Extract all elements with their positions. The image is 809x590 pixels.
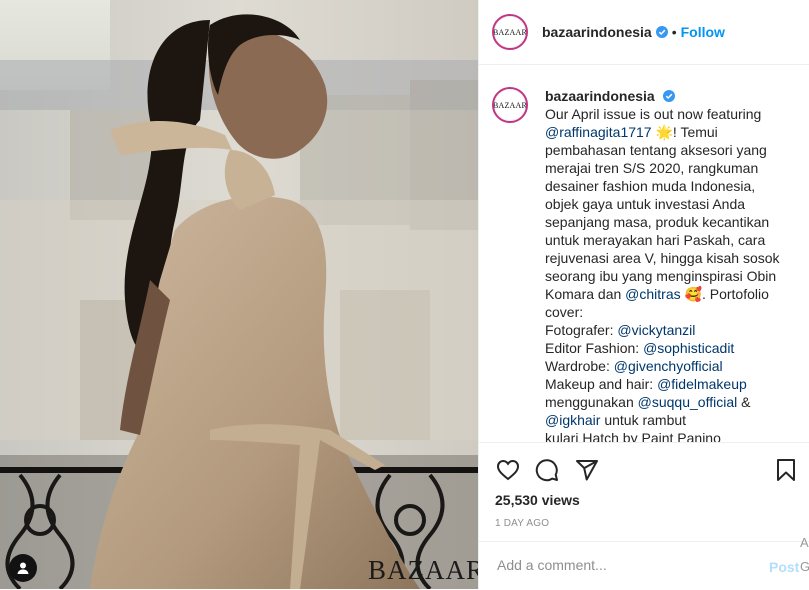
- caption-username[interactable]: bazaarindonesia: [545, 87, 655, 105]
- follow-button[interactable]: Follow: [681, 24, 725, 40]
- comment-input[interactable]: [495, 556, 759, 574]
- mention-link[interactable]: @givenchyofficial: [614, 358, 723, 374]
- edge-glyph-g: G: [800, 559, 809, 574]
- save-button[interactable]: [773, 457, 799, 483]
- caption-body: Our April issue is out now featuring @raf…: [545, 105, 799, 443]
- separator-dot: •: [671, 24, 677, 40]
- post-side-panel: BAZAAR bazaarindonesia • Follow BAZAAR b…: [478, 0, 809, 589]
- post-comment-button[interactable]: Post: [769, 559, 799, 575]
- caption-text-segment: merajai tren S/S 2020, rangkuman: [545, 160, 759, 176]
- caption-line: desainer fashion muda Indonesia,: [545, 177, 799, 195]
- caption-line: untuk merayakan hari Paskah, cara: [545, 231, 799, 249]
- paper-plane-icon: [576, 460, 598, 481]
- caption-line: sepanjang masa, produk kecantikan: [545, 213, 799, 231]
- caption-text-segment: Editor Fashion:: [545, 340, 644, 356]
- author-username[interactable]: bazaarindonesia: [542, 24, 652, 40]
- caption-text-segment: sepanjang masa, produk kecantikan: [545, 214, 770, 230]
- caption-line: Editor Fashion: @sophisticadit: [545, 339, 799, 357]
- caption-line: Wardrobe: @givenchyofficial: [545, 357, 799, 375]
- caption-line: Makeup and hair: @fidelmakeup: [545, 375, 799, 393]
- caption-text-segment: seorang ibu yang menginspirasi Obin: [545, 268, 777, 284]
- caption-text-segment: kulari Hatch by Paint Panino: [545, 430, 721, 443]
- caption-line: Our April issue is out now featuring: [545, 105, 799, 123]
- caption-line: pembahasan tentang aksesori yang: [545, 141, 799, 159]
- caption-line: rejuvenasi area V, hingga kisah sosok: [545, 249, 799, 267]
- post-timestamp[interactable]: 1 DAY AGO: [495, 518, 549, 529]
- caption-text-segment: cover:: [545, 304, 584, 320]
- comments-area[interactable]: BAZAAR bazaarindonesia Our April issue i…: [479, 64, 809, 443]
- caption-line: menggunakan @suqqu_official &: [545, 393, 799, 411]
- author-name-row: bazaarindonesia • Follow: [542, 24, 725, 40]
- caption-line: objek gaya untuk investasi Anda: [545, 195, 799, 213]
- mention-link[interactable]: @chitras: [625, 286, 680, 302]
- caption-text-segment: untuk merayakan hari Paskah, cara: [545, 232, 766, 248]
- caption-text-segment: 🌟! Temui: [651, 124, 718, 140]
- caption-text: bazaarindonesia Our April issue is out n…: [545, 87, 799, 443]
- post-header: BAZAAR bazaarindonesia • Follow: [479, 0, 809, 65]
- user-tag-icon: [17, 562, 29, 574]
- caption-text-segment: desainer fashion muda Indonesia,: [545, 178, 756, 194]
- mention-link[interactable]: @fidelmakeup: [657, 376, 747, 392]
- verified-badge-icon: [655, 26, 668, 38]
- caption-text-segment: Fotografer:: [545, 322, 618, 338]
- caption-line: seorang ibu yang menginspirasi Obin: [545, 267, 799, 285]
- post-caption: BAZAAR bazaarindonesia Our April issue i…: [492, 87, 799, 443]
- edge-glyph-a: A: [800, 535, 809, 550]
- caption-text-segment: &: [737, 394, 751, 410]
- caption-avatar[interactable]: BAZAAR: [492, 87, 528, 123]
- caption-text-segment: rejuvenasi area V, hingga kisah sosok: [545, 250, 780, 266]
- caption-text-segment: Makeup and hair:: [545, 376, 658, 392]
- comment-button[interactable]: [534, 457, 560, 483]
- add-comment-bar: Post: [479, 541, 809, 590]
- caption-text-segment: pembahasan tentang aksesori yang: [545, 142, 767, 158]
- mention-link[interactable]: @sophisticadit: [643, 340, 734, 356]
- bookmark-icon: [777, 459, 795, 481]
- user-tag-button[interactable]: [9, 554, 37, 582]
- heart-icon: [496, 459, 520, 481]
- caption-line: @igkhair untuk rambut: [545, 411, 799, 429]
- comment-bubble-icon: [535, 459, 558, 482]
- caption-line: Fotografer: @vickytanzil: [545, 321, 799, 339]
- caption-line: @raffinagita1717 🌟! Temui: [545, 123, 799, 141]
- magazine-watermark: BAZAAR: [368, 555, 478, 585]
- caption-text-segment: objek gaya untuk investasi Anda: [545, 196, 746, 212]
- mention-link[interactable]: @vickytanzil: [617, 322, 695, 338]
- photo-illustration: [0, 0, 478, 589]
- share-button[interactable]: [574, 457, 600, 483]
- caption-text-segment: Komara dan: [545, 286, 626, 302]
- caption-text-segment: Our April issue is out now featuring: [545, 106, 762, 122]
- caption-text-segment: 🥰. Portofolio: [680, 286, 769, 302]
- caption-text-segment: menggunakan: [545, 394, 638, 410]
- mention-link[interactable]: @igkhair: [545, 412, 600, 428]
- mention-link[interactable]: @suqqu_official: [638, 394, 738, 410]
- caption-line: merajai tren S/S 2020, rangkuman: [545, 159, 799, 177]
- caption-text-segment: untuk rambut: [600, 412, 687, 428]
- mention-link[interactable]: @raffinagita1717: [545, 124, 652, 140]
- caption-line: kulari Hatch by Paint Panino: [545, 429, 799, 443]
- view-count: 25,530 views: [495, 492, 580, 508]
- author-avatar-logo: BAZAAR: [494, 16, 526, 48]
- action-bar: [479, 452, 809, 486]
- verified-badge-icon: [662, 90, 675, 102]
- post-image[interactable]: BAZAAR: [0, 0, 478, 589]
- caption-text-segment: Wardrobe:: [545, 358, 614, 374]
- caption-line: Komara dan @chitras 🥰. Portofolio: [545, 285, 799, 303]
- like-button[interactable]: [495, 457, 521, 483]
- caption-avatar-logo: BAZAAR: [494, 89, 526, 121]
- caption-line: cover:: [545, 303, 799, 321]
- author-avatar[interactable]: BAZAAR: [492, 14, 528, 50]
